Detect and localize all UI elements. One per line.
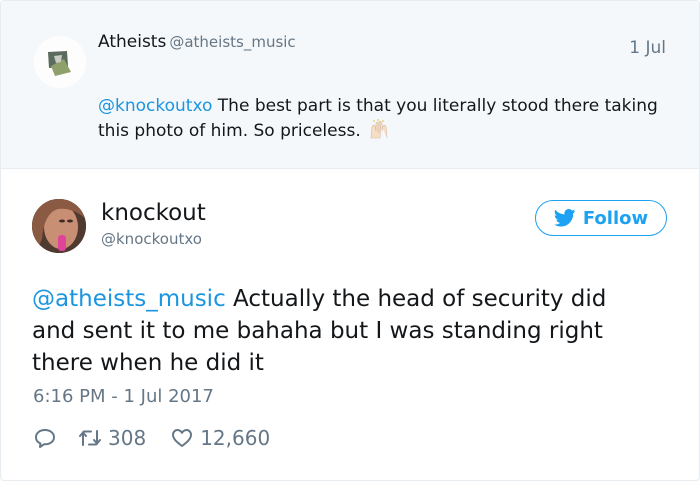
tweet-mention-link[interactable]: @atheists_music bbox=[32, 286, 226, 312]
tweet-text: @atheists_music Actually the head of sec… bbox=[32, 283, 652, 379]
reply-handle[interactable]: @atheists_music bbox=[169, 33, 295, 51]
like-icon bbox=[172, 429, 193, 447]
atheists-avatar[interactable] bbox=[34, 36, 86, 88]
tweet-handle[interactable]: @knockoutxo bbox=[101, 230, 202, 248]
reply-author[interactable]: Atheists @atheists_music bbox=[98, 32, 296, 52]
follow-label[interactable]: Follow bbox=[583, 208, 648, 229]
raised-hands-icon bbox=[370, 119, 388, 139]
tweet-display-name[interactable]: knockout bbox=[101, 200, 206, 226]
reply-date[interactable]: 1 Jul bbox=[629, 38, 666, 58]
retweet-button[interactable]: 308 bbox=[78, 426, 146, 450]
tweet-timestamp[interactable]: 6:16 PM - 1 Jul 2017 bbox=[33, 386, 214, 407]
follow-button[interactable]: Follow bbox=[535, 200, 667, 236]
retweet-icon bbox=[79, 430, 101, 446]
knockout-avatar[interactable] bbox=[32, 199, 86, 253]
like-count[interactable]: 12,660 bbox=[200, 426, 270, 450]
reply-button[interactable] bbox=[33, 426, 57, 450]
reply-icon bbox=[35, 429, 55, 448]
reply-mention-link[interactable]: @knockoutxo bbox=[98, 96, 212, 116]
reply-tweet[interactable]: Atheists @atheists_music 1 Jul @knockoutx… bbox=[1, 1, 699, 169]
reply-display-name[interactable]: Atheists bbox=[98, 32, 166, 52]
reply-text: @knockoutxo The best part is that you li… bbox=[98, 94, 658, 144]
twitter-bird-icon bbox=[553, 209, 576, 227]
retweet-count[interactable]: 308 bbox=[108, 426, 146, 450]
tweet-actions: 308 12,660 bbox=[33, 424, 270, 452]
like-button[interactable]: 12,660 bbox=[170, 426, 270, 450]
